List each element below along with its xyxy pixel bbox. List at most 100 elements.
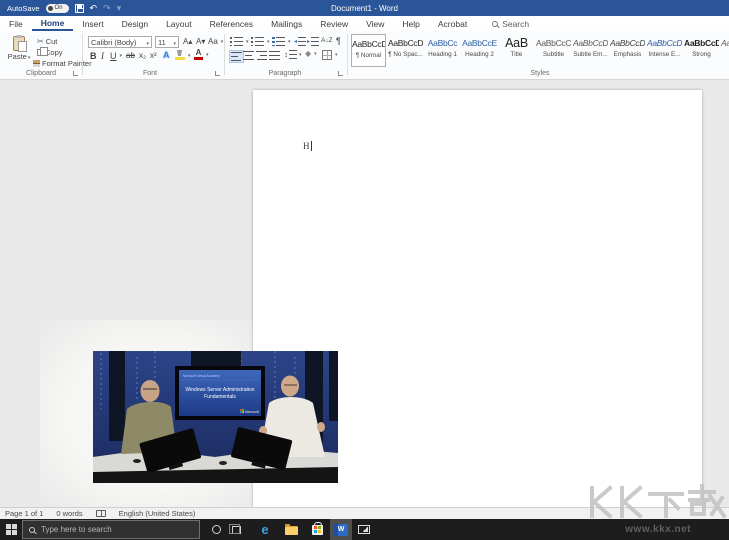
- change-case-glyph: Aa: [208, 37, 218, 46]
- font-color-icon: A: [194, 49, 203, 60]
- style-heading-1[interactable]: AaBbCc Heading 1: [425, 34, 460, 67]
- paste-button[interactable]: Paste: [5, 36, 33, 74]
- style-intense-emphasis[interactable]: AaBbCcDt Intense E...: [647, 34, 682, 67]
- shading-button[interactable]: ◆: [305, 50, 317, 58]
- font-dialog-launcher-icon[interactable]: [215, 71, 220, 76]
- style-no-spacing[interactable]: AaBbCcDc ¶ No Spac...: [388, 34, 423, 67]
- style-name: Heading 1: [425, 50, 460, 60]
- style-subtle-emphasis[interactable]: AaBbCcDt Subtle Em...: [573, 34, 608, 67]
- grow-font-button[interactable]: A▴: [183, 37, 192, 46]
- tab-references[interactable]: References: [201, 16, 262, 31]
- tab-help[interactable]: Help: [393, 16, 428, 31]
- style-strong[interactable]: AaBbCcDt Strong: [684, 34, 719, 67]
- cut-button[interactable]: ✂ Cut: [37, 37, 57, 46]
- italic-button[interactable]: I: [101, 51, 104, 61]
- format-painter-icon: [33, 60, 40, 67]
- video-title-line1: Windows Server Administration: [185, 387, 254, 393]
- store-button[interactable]: [304, 519, 330, 540]
- watermark-url: www.kkx.net: [625, 524, 691, 535]
- language-indicator[interactable]: English (United States): [119, 509, 196, 518]
- tab-view[interactable]: View: [357, 16, 393, 31]
- microsoft-store-icon: [312, 525, 323, 535]
- style-name: Subtitle: [536, 50, 571, 60]
- mouse: [133, 459, 141, 463]
- superscript-button[interactable]: x²: [150, 51, 157, 60]
- tab-insert[interactable]: Insert: [73, 16, 112, 31]
- paragraph-dialog-launcher-icon[interactable]: [338, 71, 343, 76]
- file-explorer-button[interactable]: [278, 519, 304, 540]
- page-indicator[interactable]: Page 1 of 1: [5, 509, 43, 518]
- edge-icon: e: [261, 523, 268, 536]
- group-divider: [224, 34, 225, 75]
- multilevel-list-button[interactable]: [272, 37, 291, 46]
- video-thumbnail[interactable]: Microsoft Virtual Academy Windows Server…: [93, 351, 338, 483]
- style-preview: AaBbCcDc: [388, 36, 423, 50]
- decrease-indent-button[interactable]: ◂: [294, 37, 306, 46]
- align-right-icon: [256, 51, 267, 60]
- arrow-left-icon: ◂: [294, 38, 297, 45]
- shrink-font-button[interactable]: A▾: [196, 37, 205, 46]
- paste-label: Paste: [8, 52, 31, 61]
- font-size-select[interactable]: 11: [155, 36, 179, 48]
- style-preview: AaBbCcC: [536, 36, 571, 50]
- style-emphasis[interactable]: AaBbCcDt Emphasis: [610, 34, 645, 67]
- chevron-down-icon: [172, 38, 176, 47]
- align-left-button[interactable]: [229, 50, 244, 63]
- subscript-button[interactable]: x₂: [139, 51, 146, 60]
- style-quote[interactable]: AaBbCcDt Qu...: [721, 34, 729, 67]
- edge-button[interactable]: e: [252, 519, 278, 540]
- cortana-button[interactable]: [206, 519, 226, 540]
- font-name-select[interactable]: Calibri (Body): [88, 36, 152, 48]
- bullets-button[interactable]: [230, 37, 249, 46]
- tab-file[interactable]: File: [0, 16, 32, 31]
- taskbar-search[interactable]: [22, 520, 200, 539]
- typed-character: H: [303, 141, 310, 151]
- updown-arrow-icon: ↕: [284, 50, 288, 59]
- style-preview: AaBbCcDt: [573, 36, 608, 50]
- highlight-button[interactable]: [175, 50, 191, 61]
- font-group-label: Font: [120, 70, 180, 77]
- word-taskbar-button[interactable]: W: [330, 519, 352, 540]
- style-preview: AaB: [499, 36, 534, 50]
- bold-button[interactable]: B: [90, 51, 97, 61]
- show-marks-button[interactable]: ¶: [336, 36, 341, 46]
- tab-layout[interactable]: Layout: [157, 16, 201, 31]
- borders-button[interactable]: [322, 50, 338, 60]
- text-effects-button[interactable]: A: [163, 50, 170, 60]
- tab-design[interactable]: Design: [113, 16, 157, 31]
- align-center-button[interactable]: [243, 51, 254, 60]
- taskbar-search-input[interactable]: [41, 525, 171, 534]
- tab-acrobat[interactable]: Acrobat: [429, 16, 476, 31]
- start-button[interactable]: [0, 519, 22, 540]
- change-case-button[interactable]: Aa: [208, 37, 223, 46]
- align-center-icon: [243, 51, 254, 60]
- style-title[interactable]: AaB Title: [499, 34, 534, 67]
- style-subtitle[interactable]: AaBbCcC Subtitle: [536, 34, 571, 67]
- cut-label: Cut: [46, 37, 58, 46]
- style-normal[interactable]: AaBbCcDc ¶ Normal: [351, 34, 386, 67]
- text-caret: [311, 141, 312, 151]
- align-right-button[interactable]: [256, 51, 267, 60]
- strikethrough-button[interactable]: ab: [126, 51, 135, 60]
- increase-indent-button[interactable]: ▸: [307, 37, 319, 46]
- copy-button[interactable]: Copy: [37, 48, 63, 57]
- ribbon-search[interactable]: Search: [492, 19, 529, 29]
- style-heading-2[interactable]: AaBbCcE Heading 2: [462, 34, 497, 67]
- video-header-text: Microsoft Virtual Academy: [183, 374, 220, 378]
- task-view-button[interactable]: [226, 519, 246, 540]
- document-text[interactable]: H: [303, 141, 312, 151]
- second-display-button[interactable]: [352, 519, 376, 540]
- justify-button[interactable]: [269, 51, 280, 60]
- numbering-button[interactable]: [251, 37, 270, 46]
- line-spacing-button[interactable]: ↕: [284, 50, 302, 59]
- sort-button[interactable]: A↓Z: [321, 37, 333, 44]
- underline-button[interactable]: U: [110, 51, 122, 61]
- tab-review[interactable]: Review: [311, 16, 357, 31]
- tab-mailings[interactable]: Mailings: [262, 16, 311, 31]
- word-count[interactable]: 0 words: [56, 509, 82, 518]
- tab-home[interactable]: Home: [32, 16, 74, 31]
- clipboard-dialog-launcher-icon[interactable]: [73, 71, 78, 76]
- shading-icon: ◆: [305, 50, 311, 58]
- font-color-button[interactable]: A: [194, 49, 209, 60]
- proofing-icon[interactable]: [96, 510, 106, 517]
